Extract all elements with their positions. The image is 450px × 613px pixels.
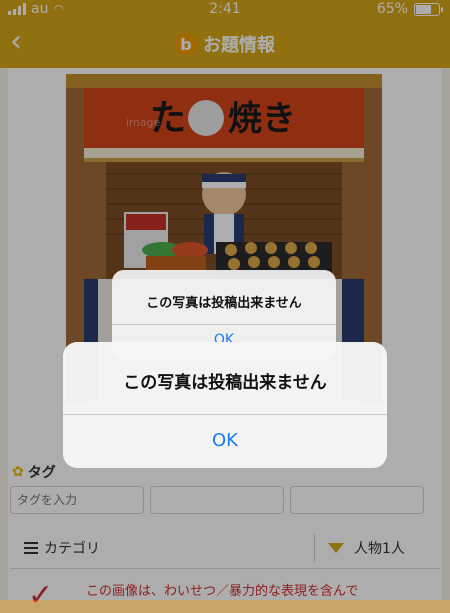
alert-message: この写真は投稿出来ません xyxy=(123,373,327,393)
alert-behind-separator xyxy=(112,324,336,325)
alert-behind-message: この写真は投稿出来ません xyxy=(146,296,302,311)
alert-ok-button[interactable]: OK xyxy=(63,414,387,468)
alert-dialog: この写真は投稿出来ません OK xyxy=(63,342,387,468)
